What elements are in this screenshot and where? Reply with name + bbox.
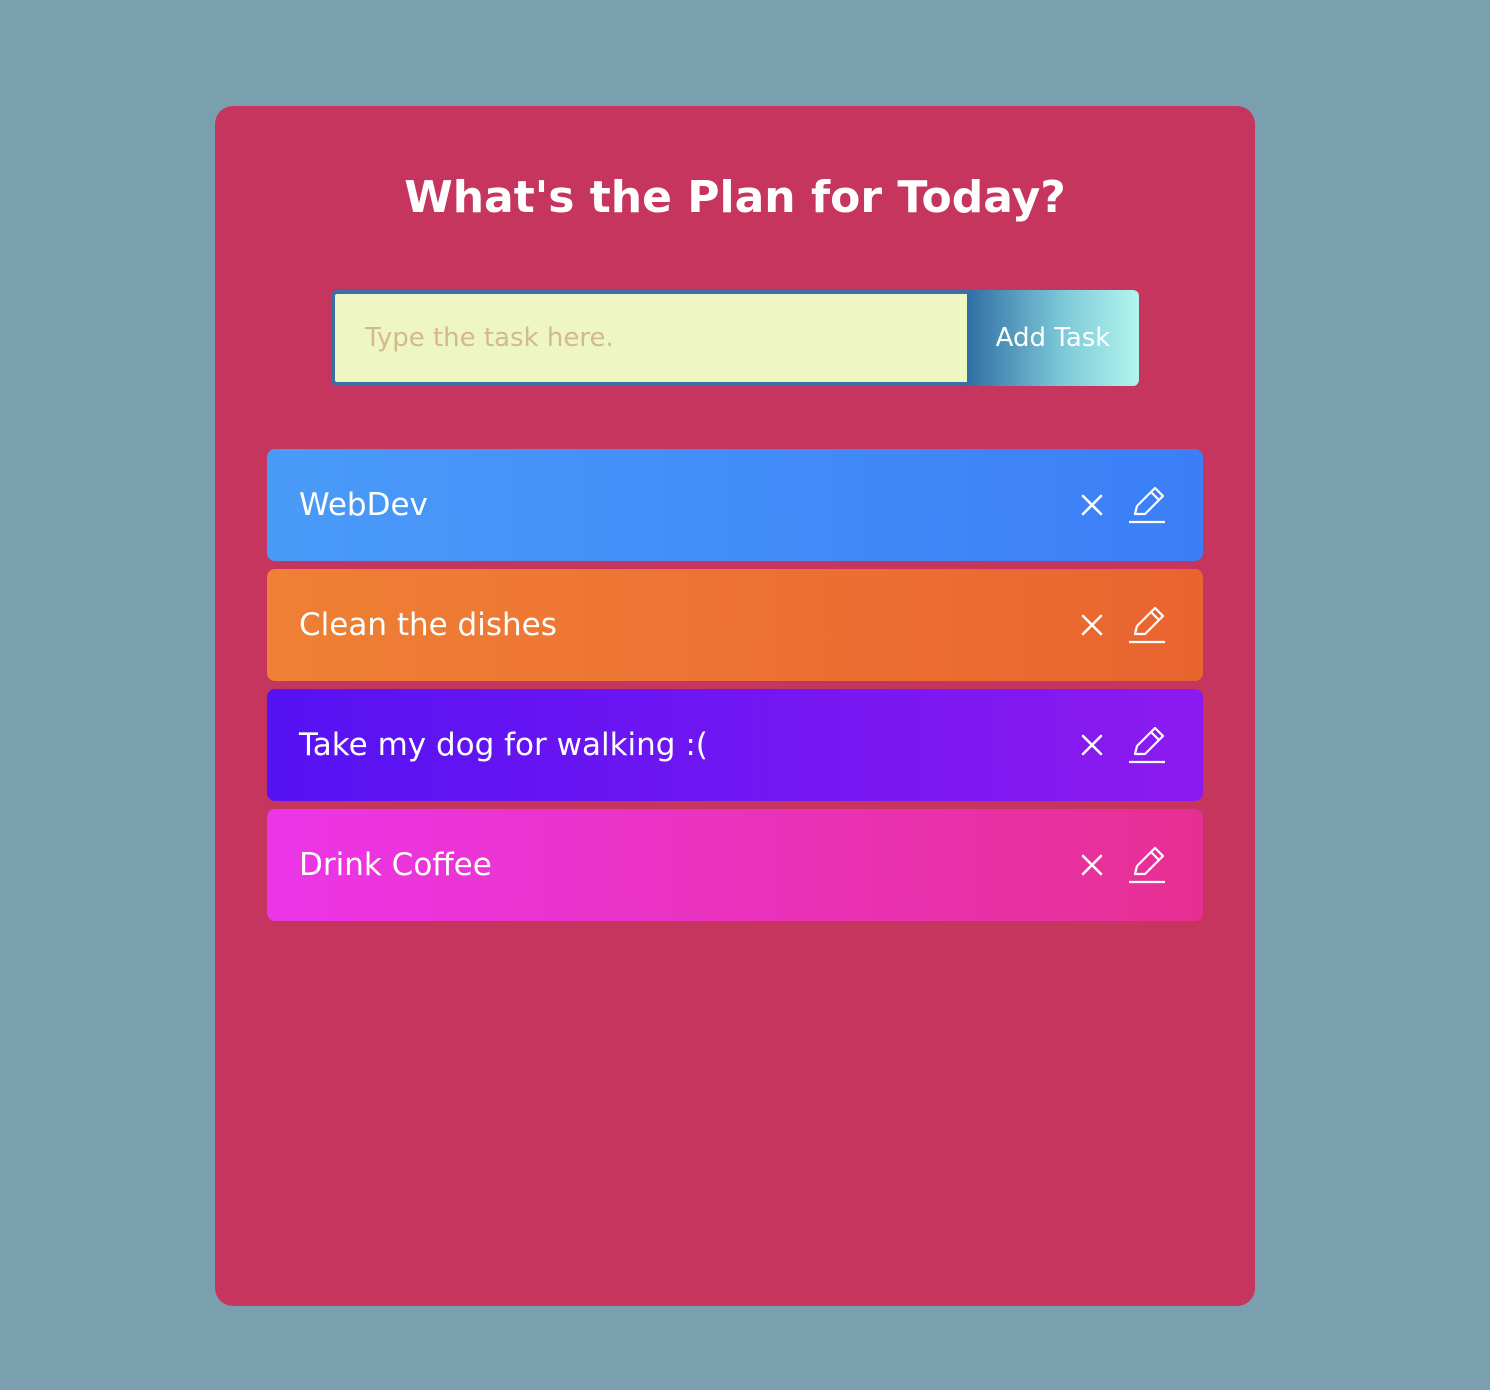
todo-item[interactable]: WebDev — [267, 449, 1203, 561]
todo-item-text[interactable]: WebDev — [299, 487, 428, 523]
close-icon[interactable] — [1081, 854, 1103, 876]
close-icon[interactable] — [1081, 614, 1103, 636]
todo-item[interactable]: Take my dog for walking :( — [267, 689, 1203, 801]
todo-app-card: What's the Plan for Today? Add Task WebD… — [215, 106, 1255, 1306]
add-task-button[interactable]: Add Task — [967, 290, 1139, 386]
todo-item-actions — [1081, 846, 1167, 884]
pencil-icon[interactable] — [1127, 606, 1167, 644]
todo-item-actions — [1081, 726, 1167, 764]
todo-item-text[interactable]: Clean the dishes — [299, 607, 557, 643]
task-input[interactable] — [331, 290, 967, 386]
todo-item[interactable]: Drink Coffee — [267, 809, 1203, 921]
close-icon[interactable] — [1081, 494, 1103, 516]
todo-item-actions — [1081, 486, 1167, 524]
pencil-icon[interactable] — [1127, 726, 1167, 764]
todo-item-actions — [1081, 606, 1167, 644]
todo-item-text[interactable]: Take my dog for walking :( — [299, 727, 708, 763]
pencil-icon[interactable] — [1127, 486, 1167, 524]
page-title: What's the Plan for Today? — [404, 172, 1066, 223]
todo-item-text[interactable]: Drink Coffee — [299, 847, 492, 883]
close-icon[interactable] — [1081, 734, 1103, 756]
add-task-form: Add Task — [331, 290, 1139, 386]
todo-item[interactable]: Clean the dishes — [267, 569, 1203, 681]
todo-list: WebDev Clean the dishes Take my dog for … — [267, 449, 1203, 929]
pencil-icon[interactable] — [1127, 846, 1167, 884]
